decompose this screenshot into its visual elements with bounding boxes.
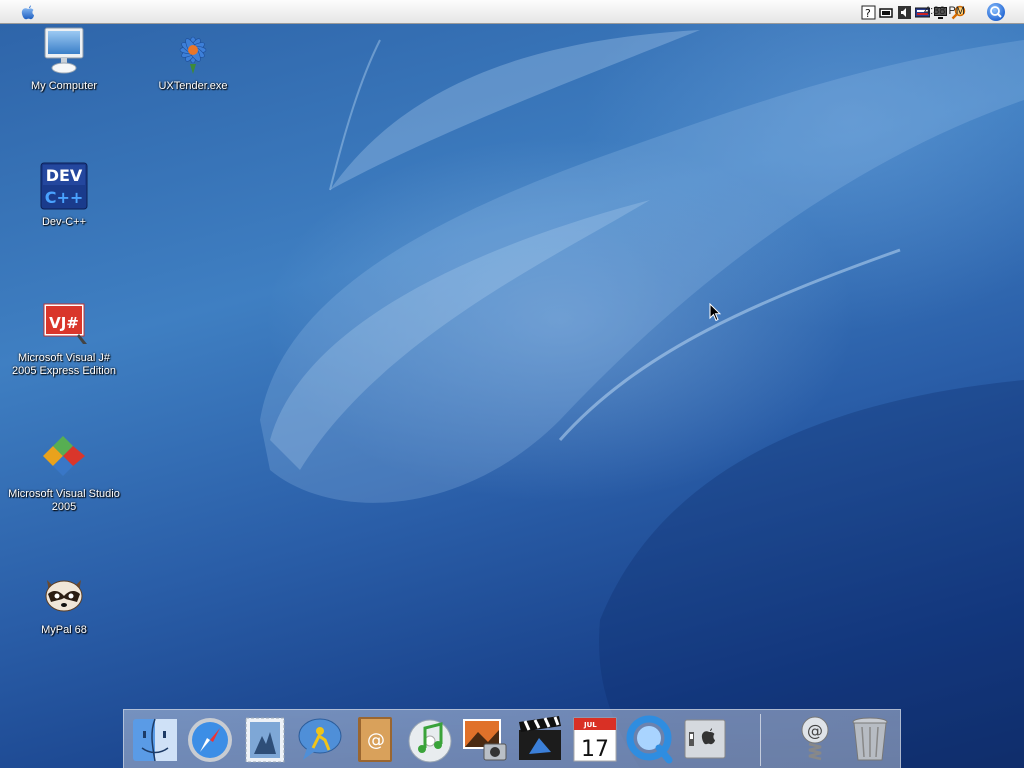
desktop-icon-visual-studio[interactable]: Microsoft Visual Studio 2005	[0, 434, 129, 514]
imovie-clapper-icon[interactable]	[515, 714, 565, 764]
visual-studio-icon	[43, 436, 85, 476]
menu-bar: ? 4:38 PM	[0, 0, 1024, 24]
desktop-icon-label: UXTender.exe	[158, 80, 228, 92]
desktop-icon-uxtender[interactable]: UXTender.exe	[128, 26, 258, 93]
battery-icon[interactable]	[879, 5, 894, 20]
vj-text: VJ#	[49, 314, 79, 332]
spotlight-search-icon[interactable]	[986, 2, 1006, 22]
help-icon[interactable]: ?	[861, 5, 876, 20]
svg-text:@: @	[367, 730, 385, 751]
iphoto-icon[interactable]	[460, 714, 510, 764]
quicktime-icon[interactable]	[625, 714, 675, 764]
dock: @ JUL 17 @	[123, 709, 901, 768]
apple-menu-icon[interactable]	[18, 2, 38, 22]
address-book-icon[interactable]: @	[350, 714, 400, 764]
uxtender-flower-icon	[179, 36, 207, 74]
desktop-icon-label: My Computer	[30, 80, 98, 92]
dev-cpp-bottom-text: C++	[45, 188, 84, 207]
itunes-icon[interactable]	[405, 714, 455, 764]
mail-at-spring-icon[interactable]: @	[790, 714, 840, 764]
dock-separator	[760, 714, 761, 766]
safari-compass-icon[interactable]	[185, 714, 235, 764]
visual-jsharp-icon: VJ#	[43, 303, 87, 344]
system-preferences-icon[interactable]	[680, 714, 730, 764]
ichat-icon[interactable]	[295, 714, 345, 764]
my-computer-icon	[44, 27, 84, 74]
mail-stamp-icon[interactable]	[240, 714, 290, 764]
dev-cpp-top-text: DEV	[46, 166, 83, 185]
mypal-raccoon-icon	[45, 580, 83, 612]
svg-text:?: ?	[865, 7, 871, 20]
svg-text:@: @	[807, 721, 823, 740]
desktop[interactable]: ? 4:38 PM My Computer UXTender.exe DEV C…	[0, 0, 1024, 768]
dev-cpp-icon: DEV C++	[40, 162, 88, 210]
desktop-icon-label: Microsoft Visual J# 2005 Express Edition	[12, 352, 116, 377]
ical-day-text: 17	[581, 737, 609, 762]
desktop-icon-label: MyPal 68	[41, 624, 87, 636]
finder-icon[interactable]	[130, 714, 180, 764]
mouse-cursor-icon	[709, 303, 721, 322]
wallpaper-swoosh	[260, 0, 1024, 768]
desktop-icon-mypal[interactable]: MyPal 68	[0, 570, 129, 637]
desktop-icon-visual-jsharp[interactable]: VJ# Microsoft Visual J# 2005 Express Edi…	[0, 298, 129, 378]
desktop-icon-my-computer[interactable]: My Computer	[0, 26, 129, 93]
desktop-icon-label: Dev-C++	[41, 216, 87, 228]
ical-calendar-icon[interactable]: JUL 17	[570, 714, 620, 764]
clock[interactable]: 4:38 PM	[924, 5, 965, 17]
ical-month-text: JUL	[583, 721, 597, 729]
desktop-icon-label: Microsoft Visual Studio 2005	[8, 488, 120, 513]
desktop-icon-dev-cpp[interactable]: DEV C++ Dev-C++	[0, 162, 129, 229]
trash-icon[interactable]	[845, 714, 895, 764]
volume-icon[interactable]	[897, 5, 912, 20]
